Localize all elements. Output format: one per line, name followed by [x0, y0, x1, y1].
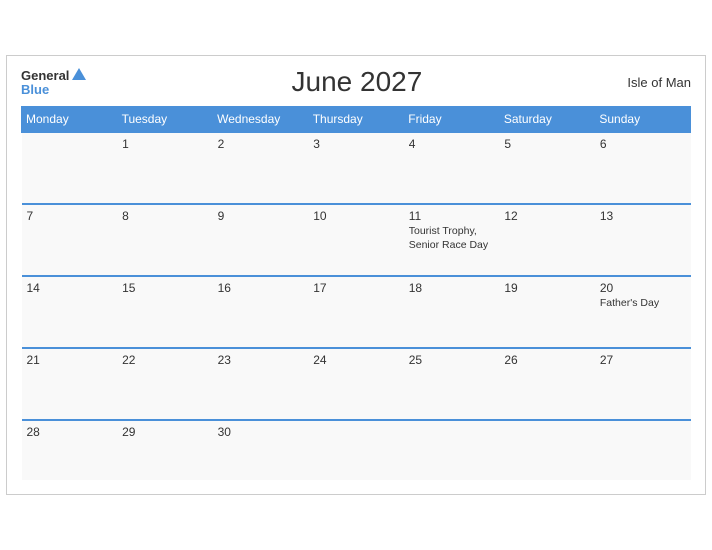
day-number: 3 — [313, 137, 399, 151]
day-number: 4 — [409, 137, 495, 151]
calendar-cell: 1 — [117, 132, 213, 204]
day-number: 2 — [218, 137, 304, 151]
weekday-header-monday: Monday — [22, 107, 118, 133]
week-row-1: 123456 — [22, 132, 691, 204]
calendar-cell: 18 — [404, 276, 500, 348]
day-number: 14 — [27, 281, 113, 295]
calendar-title: June 2027 — [292, 66, 423, 98]
day-number: 30 — [218, 425, 304, 439]
calendar-cell: 29 — [117, 420, 213, 480]
day-number: 27 — [600, 353, 686, 367]
calendar-grid: MondayTuesdayWednesdayThursdayFridaySatu… — [21, 106, 691, 480]
day-number: 5 — [504, 137, 590, 151]
calendar-cell: 6 — [595, 132, 691, 204]
weekday-header-sunday: Sunday — [595, 107, 691, 133]
calendar-cell: 23 — [213, 348, 309, 420]
calendar-cell: 12 — [499, 204, 595, 276]
calendar-header: General Blue June 2027 Isle of Man — [21, 66, 691, 98]
calendar-cell: 10 — [308, 204, 404, 276]
day-number: 22 — [122, 353, 208, 367]
day-number: 21 — [27, 353, 113, 367]
day-number: 10 — [313, 209, 399, 223]
day-number: 23 — [218, 353, 304, 367]
day-number: 13 — [600, 209, 686, 223]
event-text: Father's Day — [600, 297, 686, 311]
day-number: 8 — [122, 209, 208, 223]
calendar-cell: 8 — [117, 204, 213, 276]
weekday-header-thursday: Thursday — [308, 107, 404, 133]
calendar-cell: 19 — [499, 276, 595, 348]
calendar-cell: 27 — [595, 348, 691, 420]
day-number: 18 — [409, 281, 495, 295]
calendar-cell: 13 — [595, 204, 691, 276]
day-number: 9 — [218, 209, 304, 223]
calendar-cell — [499, 420, 595, 480]
week-row-5: 28 29 30 — [22, 420, 691, 480]
calendar-cell: 30 — [213, 420, 309, 480]
region-label: Isle of Man — [627, 75, 691, 90]
logo-blue: Blue — [21, 82, 86, 97]
calendar-cell: 16 — [213, 276, 309, 348]
logo-triangle-icon — [72, 68, 86, 80]
calendar-cell: 5 — [499, 132, 595, 204]
day-number: 28 — [27, 425, 113, 439]
calendar-cell — [595, 420, 691, 480]
day-number: 7 — [27, 209, 113, 223]
day-number: 25 — [409, 353, 495, 367]
day-number: 6 — [600, 137, 686, 151]
weekday-header-wednesday: Wednesday — [213, 107, 309, 133]
calendar-cell: 20 Father's Day — [595, 276, 691, 348]
calendar-cell: 3 — [308, 132, 404, 204]
calendar-cell: 26 — [499, 348, 595, 420]
day-number: 17 — [313, 281, 399, 295]
calendar-cell — [404, 420, 500, 480]
calendar-cell: 22 — [117, 348, 213, 420]
calendar-cell: 15 — [117, 276, 213, 348]
day-number: 12 — [504, 209, 590, 223]
day-number: 24 — [313, 353, 399, 367]
day-number: 19 — [504, 281, 590, 295]
week-row-3: 14 15 16 17 18 19 20 Father's Day — [22, 276, 691, 348]
calendar-cell: 4 — [404, 132, 500, 204]
calendar-cell: 28 — [22, 420, 118, 480]
weekday-header-saturday: Saturday — [499, 107, 595, 133]
logo: General Blue — [21, 68, 86, 97]
calendar-cell — [22, 132, 118, 204]
day-number: 11 — [409, 209, 495, 223]
day-number: 26 — [504, 353, 590, 367]
calendar-cell: 17 — [308, 276, 404, 348]
day-number: 20 — [600, 281, 686, 295]
day-number: 16 — [218, 281, 304, 295]
calendar-cell: 25 — [404, 348, 500, 420]
logo-general: General — [21, 69, 69, 82]
calendar-cell: 14 — [22, 276, 118, 348]
week-row-2: 789 10 11 Tourist Trophy, Senior Race Day 12… — [22, 204, 691, 276]
calendar-cell: 24 — [308, 348, 404, 420]
calendar-cell: 2 — [213, 132, 309, 204]
day-number: 15 — [122, 281, 208, 295]
weekday-header-tuesday: Tuesday — [117, 107, 213, 133]
day-number: 29 — [122, 425, 208, 439]
event-text: Tourist Trophy, Senior Race Day — [409, 225, 495, 252]
calendar-cell: 11 Tourist Trophy, Senior Race Day — [404, 204, 500, 276]
week-row-4: 21 22 23 24 25 26 27 — [22, 348, 691, 420]
calendar-wrapper: General Blue June 2027 Isle of Man Monda… — [6, 55, 706, 495]
calendar-cell — [308, 420, 404, 480]
calendar-cell: 9 — [213, 204, 309, 276]
calendar-cell: 7 — [22, 204, 118, 276]
day-number: 1 — [122, 137, 208, 151]
weekday-header-row: MondayTuesdayWednesdayThursdayFridaySatu… — [22, 107, 691, 133]
calendar-cell: 21 — [22, 348, 118, 420]
weekday-header-friday: Friday — [404, 107, 500, 133]
